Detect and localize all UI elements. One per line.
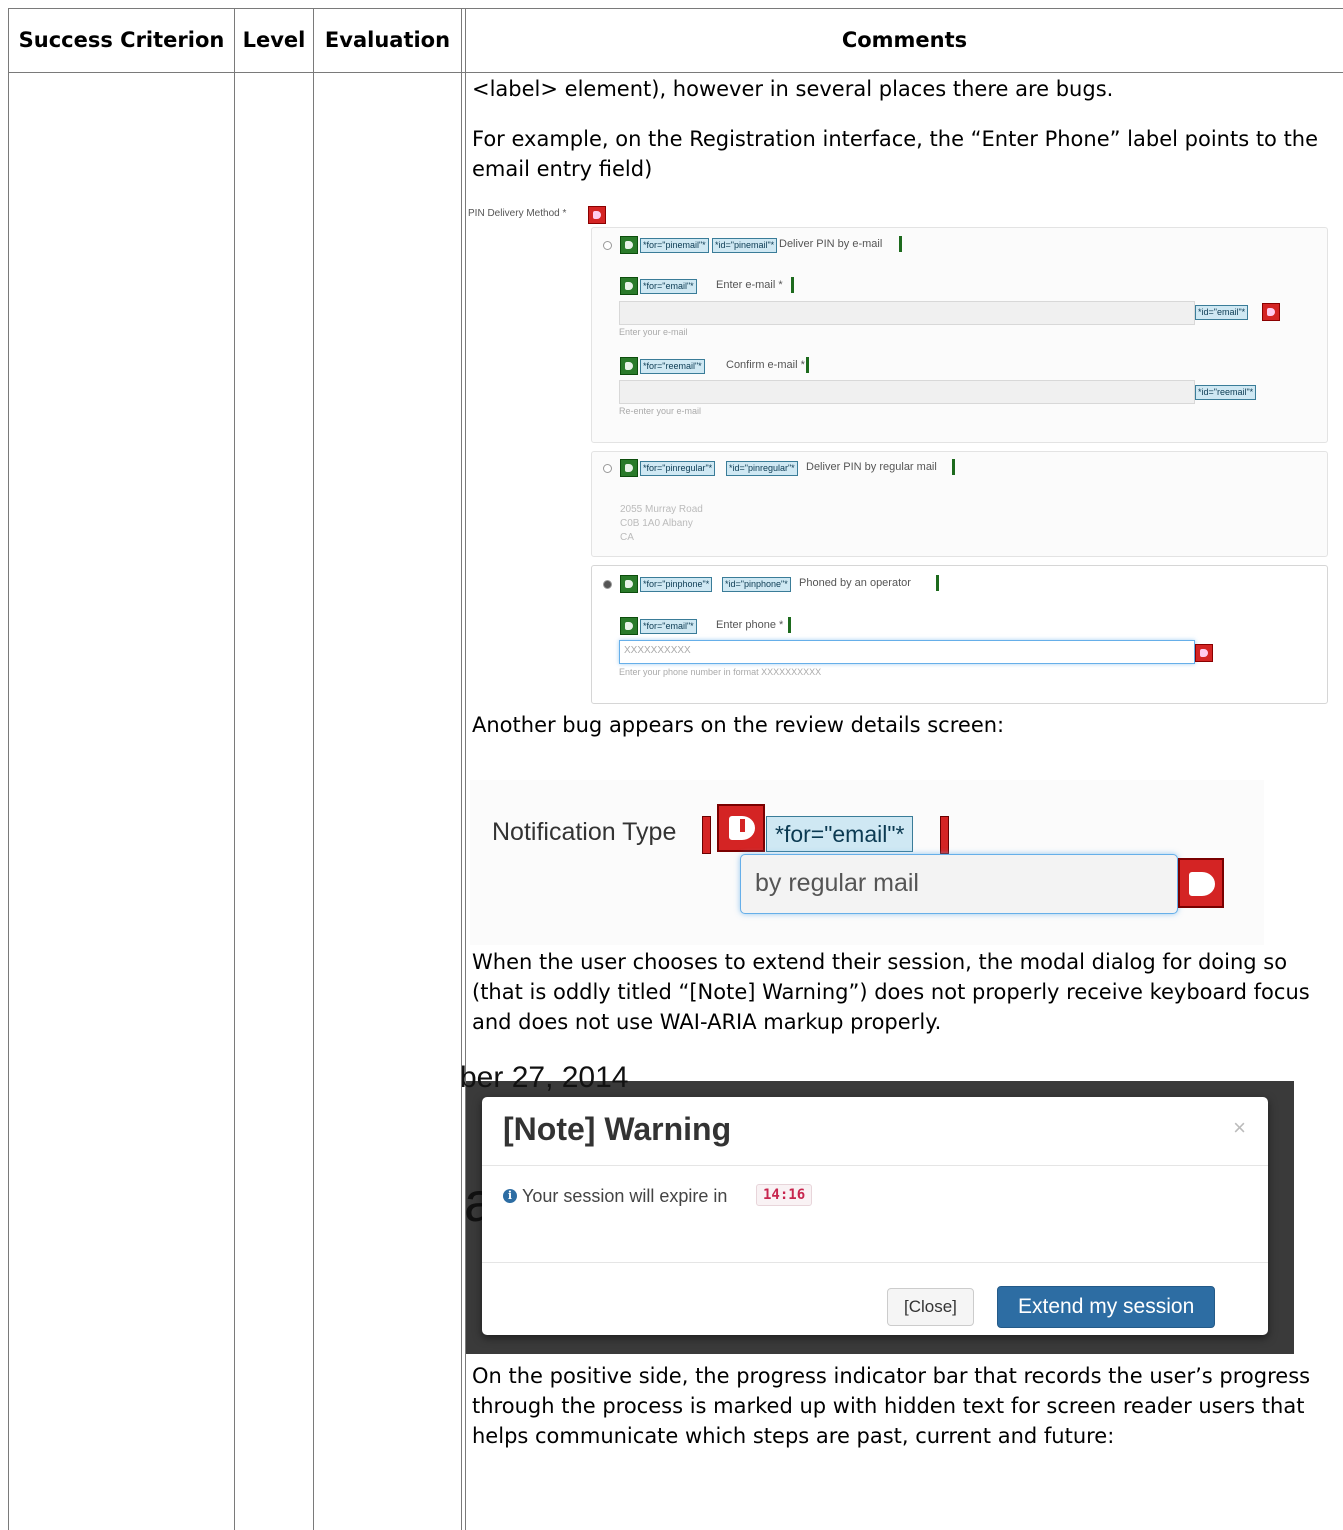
label-tag-icon	[620, 277, 638, 295]
header-level: Level	[242, 28, 306, 52]
id-chip: *id="pinregular"*	[726, 461, 798, 476]
error-tag-icon	[1178, 858, 1224, 908]
option-label: Deliver PIN by e-mail	[779, 238, 883, 250]
col-divider-3	[461, 8, 462, 1530]
id-chip: *id="pinemail"*	[712, 238, 778, 253]
label-end-bracket	[952, 459, 955, 475]
col-divider-2	[313, 8, 314, 1530]
registration-screenshot: PIN Delivery Method * *for="pinemail"* *…	[466, 206, 1343, 704]
id-chip: *id="pinphone"*	[722, 577, 791, 592]
notification-input-value: by regular mail	[755, 869, 919, 897]
warning-tag-icon	[588, 206, 606, 224]
for-chip: *for="pinemail"*	[640, 238, 709, 253]
comment-paragraph: Another bug appears on the review detail…	[472, 713, 1005, 737]
field-label: Enter e-mail *	[716, 279, 783, 291]
label-tag-icon	[620, 357, 638, 375]
field-hint: Enter your phone number in format XXXXXX…	[619, 667, 822, 677]
label-end-bracket	[936, 575, 939, 591]
header-evaluation: Evaluation	[324, 28, 451, 52]
modal-footer: [Close] Extend my session	[482, 1262, 1268, 1335]
close-icon[interactable]: ×	[1233, 1115, 1246, 1141]
header-success-criterion: Success Criterion	[18, 28, 225, 52]
radio-pinemail[interactable]	[603, 241, 612, 250]
label-tag-icon	[620, 617, 638, 635]
for-chip: *for="pinphone"*	[640, 577, 713, 592]
header-comments: Comments	[841, 28, 968, 52]
phone-input[interactable]: XXXXXXXXXX	[619, 640, 1195, 664]
for-chip: *for="email"*	[640, 279, 697, 294]
modal-title: [Note] Warning	[503, 1111, 732, 1147]
confirm-email-input[interactable]	[619, 380, 1195, 404]
label-tag-icon	[620, 459, 638, 477]
info-icon: i	[503, 1189, 517, 1203]
label-tag-icon	[620, 575, 638, 593]
pin-delivery-heading: PIN Delivery Method *	[468, 208, 567, 219]
error-tag-icon	[1262, 303, 1280, 321]
email-option-box	[591, 227, 1328, 443]
extend-session-button[interactable]: Extend my session	[997, 1286, 1216, 1328]
header-bottom-border	[8, 72, 1343, 73]
col-divider-1	[234, 8, 235, 1530]
for-chip: *for="reemail"*	[640, 359, 705, 374]
notification-input[interactable]: by regular mail	[740, 854, 1178, 914]
for-chip: *for="email"*	[766, 816, 914, 852]
address-line: CA	[620, 532, 634, 543]
field-label: Enter phone *	[716, 619, 784, 631]
label-end-bracket	[899, 236, 902, 252]
modal-body: i Your session will expire in 14:16	[482, 1166, 1268, 1262]
option-label: Phoned by an operator	[799, 577, 911, 589]
radio-pinregular[interactable]	[603, 464, 612, 473]
warning-tag-icon	[717, 804, 765, 852]
comment-paragraph: <label> element), however in several pla…	[472, 77, 1114, 101]
field-hint: Enter your e-mail	[619, 327, 688, 337]
field-label: Confirm e-mail *	[726, 359, 805, 371]
phone-input-value: XXXXXXXXXX	[624, 645, 691, 656]
label-end-bracket	[806, 357, 809, 373]
email-input[interactable]	[619, 301, 1195, 325]
comment-paragraph: When the user chooses to extend their se…	[472, 950, 1310, 1034]
error-tag-icon	[1195, 644, 1213, 662]
session-message: Your session will expire in	[522, 1186, 728, 1206]
id-chip: *id="reemail"*	[1195, 385, 1257, 400]
modal-screenshot: ber 27, 2014 a [Note] Warning × i Your s…	[460, 1061, 1294, 1354]
comment-paragraph: For example, on the Registration interfa…	[472, 127, 1319, 181]
for-chip: *for="email"*	[640, 619, 697, 634]
address-line: 2055 Murray Road	[620, 504, 703, 515]
table-left-border	[8, 8, 9, 1530]
session-time: 14:16	[756, 1184, 813, 1206]
label-end-bracket	[788, 617, 791, 633]
comment-paragraph: On the positive side, the progress indic…	[472, 1364, 1311, 1448]
session-warning-modal: [Note] Warning × i Your session will exp…	[482, 1097, 1268, 1335]
label-close-bracket	[940, 816, 949, 854]
background-date-text: ber 27, 2014	[460, 1061, 629, 1094]
label-tag-icon	[620, 236, 638, 254]
radio-pinphone[interactable]	[603, 580, 612, 589]
for-chip: *for="pinregular"*	[640, 461, 716, 476]
notification-type-label: Notification Type	[492, 818, 677, 846]
id-chip: *id="email"*	[1195, 305, 1249, 320]
close-button[interactable]: [Close]	[887, 1288, 974, 1326]
field-hint: Re-enter your e-mail	[619, 406, 702, 416]
notification-screenshot: Notification Type *for="email"* by regul…	[470, 780, 1264, 945]
label-open-bracket	[702, 816, 711, 854]
option-label: Deliver PIN by regular mail	[806, 461, 937, 473]
modal-header: [Note] Warning ×	[482, 1097, 1268, 1166]
label-end-bracket	[791, 277, 794, 293]
address-line: C0B 1A0 Albany	[620, 518, 693, 529]
